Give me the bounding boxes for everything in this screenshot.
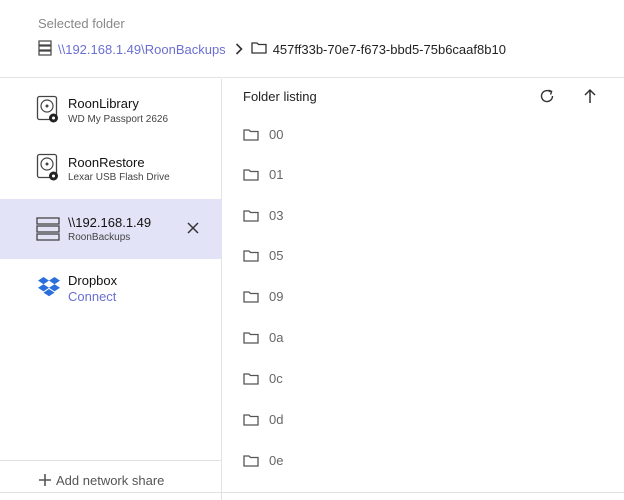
folder-name: 0a	[269, 329, 284, 345]
bottom-divider	[0, 492, 624, 493]
device-name: \\192.168.1.49	[68, 215, 152, 230]
folder-name: 01	[269, 166, 284, 182]
plus-icon	[38, 472, 52, 490]
breadcrumb-current-folder: 457ff33b-70e7-f673-bbd5-75b6caaf8b10	[272, 41, 506, 57]
selected-folder-header: Selected folder \\192.168.1.49\RoonBacku…	[0, 0, 624, 78]
folder-icon	[243, 454, 259, 467]
device-subtitle: Lexar USB Flash Drive	[68, 172, 170, 183]
device-subtitle: WD My Passport 2626	[68, 114, 169, 125]
arrow-up-icon	[584, 88, 596, 103]
folder-name: 00	[269, 126, 284, 142]
folder-icon	[243, 290, 259, 303]
remove-share-button[interactable]	[184, 219, 202, 237]
folder-name: 0c	[269, 370, 283, 386]
folder-icon	[243, 331, 259, 344]
folder-row[interactable]: 0d	[243, 408, 603, 430]
folder-listing-panel: Folder listing 00 01 03 05 09 0a 0c 0d 0…	[223, 79, 624, 500]
device-name: RoonRestore	[68, 155, 145, 170]
folder-row[interactable]: 0e	[243, 449, 603, 471]
selected-folder-label: Selected folder	[38, 16, 125, 31]
folder-row[interactable]: 03	[243, 204, 603, 226]
folder-listing-title: Folder listing	[243, 89, 317, 104]
folder-name: 05	[269, 247, 284, 263]
hard-drive-icon	[36, 95, 60, 128]
folder-name: 03	[269, 207, 284, 223]
sidebar-item-roonlibrary[interactable]: RoonLibrary WD My Passport 2626	[0, 87, 222, 147]
folder-icon	[243, 128, 259, 141]
folder-row[interactable]: 0a	[243, 326, 603, 348]
sidebar-item-dropbox[interactable]: Dropbox Connect	[0, 267, 222, 327]
sidebar-item-network-share[interactable]: \\192.168.1.49 RoonBackups	[0, 199, 222, 259]
refresh-icon	[540, 89, 554, 103]
folder-icon	[251, 41, 267, 57]
storage-sidebar: RoonLibrary WD My Passport 2626 RoonRest…	[0, 79, 222, 500]
folder-icon	[243, 209, 259, 222]
folder-name: 0d	[269, 411, 284, 427]
add-network-share-label: Add network share	[56, 473, 165, 488]
folder-icon	[243, 168, 259, 181]
dropbox-icon	[38, 277, 60, 302]
close-icon	[187, 222, 199, 234]
add-network-share-button[interactable]: Add network share	[0, 460, 222, 500]
chevron-right-icon	[235, 43, 243, 55]
folder-row[interactable]: 00	[243, 123, 603, 145]
server-icon	[38, 39, 52, 59]
folder-name: 0e	[269, 452, 284, 468]
folder-row[interactable]: 01	[243, 163, 603, 185]
folder-row[interactable]: 05	[243, 244, 603, 266]
breadcrumb: \\192.168.1.49\RoonBackups 457ff33b-70e7…	[38, 39, 506, 59]
device-name: RoonLibrary	[68, 96, 139, 111]
device-name: Dropbox	[68, 273, 118, 288]
dropbox-connect-link[interactable]: Connect	[68, 289, 116, 304]
hard-drive-icon	[36, 153, 60, 186]
folder-row[interactable]: 0c	[243, 367, 603, 389]
folder-icon	[243, 413, 259, 426]
device-subtitle: RoonBackups	[68, 232, 131, 243]
folder-icon	[243, 372, 259, 385]
sidebar-item-roonrestore[interactable]: RoonRestore Lexar USB Flash Drive	[0, 147, 222, 207]
parent-folder-button[interactable]	[580, 86, 600, 106]
breadcrumb-path-link[interactable]: \\192.168.1.49\RoonBackups	[58, 42, 226, 57]
folder-row[interactable]: 09	[243, 285, 603, 307]
folder-name: 09	[269, 288, 284, 304]
server-icon	[36, 217, 60, 246]
folder-icon	[243, 249, 259, 262]
refresh-button[interactable]	[537, 86, 557, 106]
